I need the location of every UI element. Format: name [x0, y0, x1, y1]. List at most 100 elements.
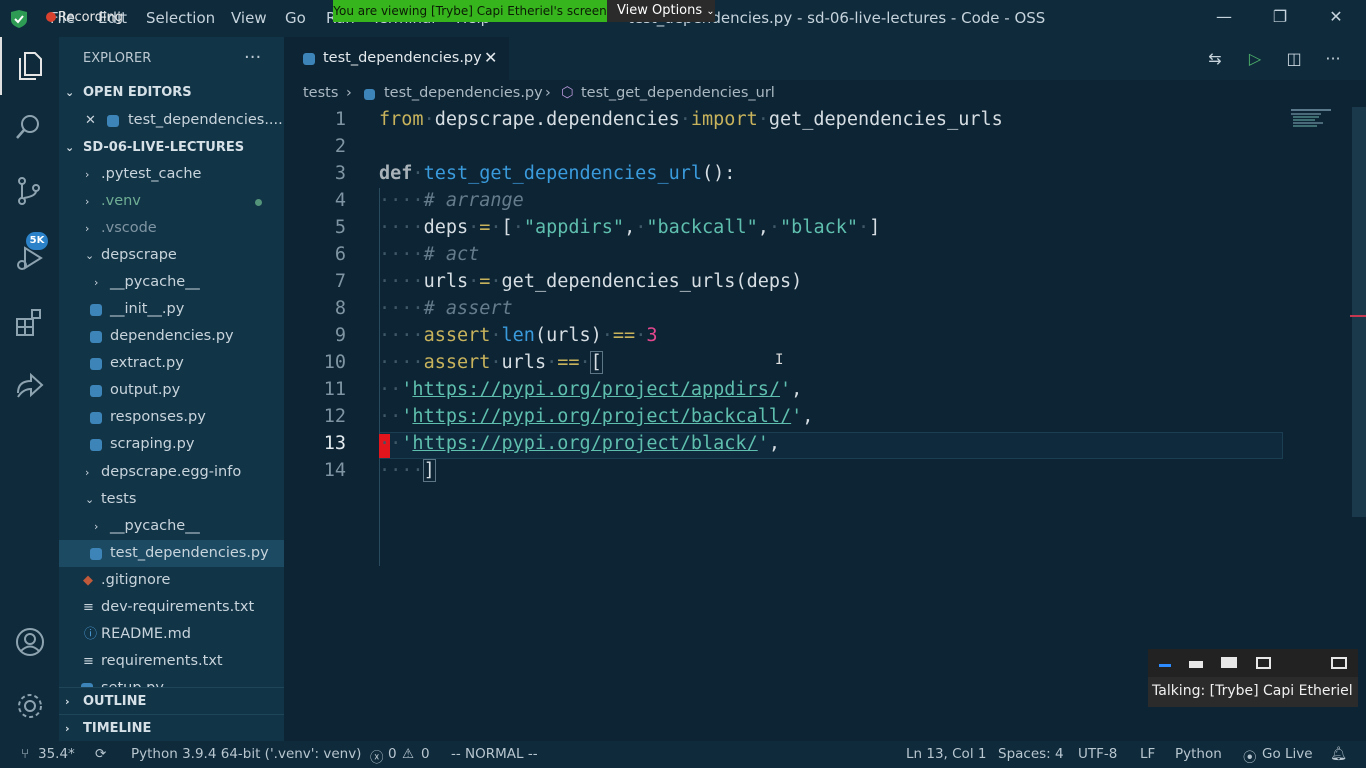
- tree-item-pycache[interactable]: › __pycache__: [59, 269, 284, 296]
- tree-item-dev-requirements[interactable]: ≡ dev-requirements.txt: [59, 594, 284, 621]
- tree-item-label: dev-requirements.txt: [101, 599, 255, 615]
- sync-icon[interactable]: ⟳: [95, 746, 106, 762]
- url-link[interactable]: https://pypi.org/project/appdirs/: [412, 379, 780, 400]
- menu-go[interactable]: Go: [285, 9, 306, 27]
- open-editor-label: test_dependencies....: [128, 112, 283, 128]
- gallery-view-icon[interactable]: [1256, 657, 1271, 669]
- code-line: ····deps·=·[·"appdirs",·"backcall",·"bla…: [379, 217, 881, 238]
- cursor-position[interactable]: Ln 13, Col 1: [906, 746, 986, 762]
- breadcrumb-symbol[interactable]: test_get_dependencies_url: [581, 85, 775, 101]
- warning-icon[interactable]: ⚠: [402, 746, 414, 762]
- chevron-right-icon: ›: [94, 520, 99, 533]
- view-options-label: View Options: [617, 3, 703, 18]
- encoding[interactable]: UTF-8: [1078, 746, 1117, 762]
- tree-item-tests-pycache[interactable]: › __pycache__: [59, 513, 284, 540]
- line-number: 14: [323, 460, 346, 481]
- run-debug-icon[interactable]: [0, 229, 59, 287]
- git-file-icon: ◆: [83, 573, 93, 588]
- tree-item-depscrape[interactable]: ⌄ depscrape: [59, 242, 284, 269]
- tree-item-label: setup.py: [101, 675, 164, 687]
- broadcast-icon[interactable]: ⦿: [1243, 746, 1257, 766]
- source-control-icon[interactable]: [0, 162, 59, 220]
- code-line: ··'https://pypi.org/project/backcall/',: [379, 406, 814, 427]
- explorer-icon[interactable]: [0, 37, 59, 95]
- tree-item-venv[interactable]: › .venv: [59, 188, 284, 215]
- tree-item-init-py[interactable]: __init__.py: [59, 296, 284, 323]
- settings-gear-icon[interactable]: [0, 677, 59, 735]
- code-line: ····# act: [379, 244, 480, 265]
- breadcrumb-file[interactable]: test_dependencies.py: [384, 85, 543, 101]
- tree-item-extract-py[interactable]: extract.py: [59, 350, 284, 377]
- chevron-right-icon: ›: [545, 85, 551, 101]
- minimap[interactable]: [1289, 107, 1351, 137]
- git-branch-icon[interactable]: ⑂: [21, 746, 29, 762]
- account-icon[interactable]: [0, 613, 59, 671]
- close-icon[interactable]: ✕: [1326, 7, 1346, 27]
- tree-item-egg-info[interactable]: › depscrape.egg-info: [59, 459, 284, 486]
- outline-section[interactable]: › OUTLINE: [59, 687, 284, 714]
- timeline-section[interactable]: › TIMELINE: [59, 714, 284, 741]
- menu-view[interactable]: View: [231, 9, 267, 27]
- end-of-line[interactable]: LF: [1140, 746, 1155, 762]
- tree-item-tests[interactable]: ⌄ tests: [59, 486, 284, 513]
- open-editors-section[interactable]: ⌄ OPEN EDITORS: [59, 79, 284, 106]
- tree-item-dependencies-py[interactable]: dependencies.py: [59, 323, 284, 350]
- breadcrumb-folder[interactable]: tests: [303, 85, 338, 101]
- more-actions-icon[interactable]: ···: [1323, 49, 1343, 69]
- python-file-icon: [364, 89, 375, 100]
- more-actions-icon[interactable]: ···: [244, 47, 261, 68]
- minimize-video-icon[interactable]: [1159, 664, 1171, 667]
- git-branch-label[interactable]: 35.4*: [38, 746, 75, 762]
- code-line: ··'https://pypi.org/project/appdirs/',: [379, 379, 803, 400]
- app-logo-icon: [9, 9, 29, 29]
- record-dot-icon: [46, 12, 56, 22]
- tree-item-label: __pycache__: [110, 518, 200, 534]
- language-mode[interactable]: Python: [1175, 746, 1222, 762]
- small-view-icon[interactable]: [1189, 661, 1203, 668]
- url-link[interactable]: https://pypi.org/project/backcall/: [412, 406, 791, 427]
- editor-tab[interactable]: test_dependencies.py ✕: [284, 37, 509, 80]
- close-tab-icon[interactable]: ✕: [484, 48, 497, 67]
- tree-item-test-dependencies-py[interactable]: test_dependencies.py: [59, 540, 284, 567]
- error-count[interactable]: 0: [388, 746, 397, 762]
- go-live-button[interactable]: Go Live: [1262, 746, 1313, 762]
- extensions-icon[interactable]: [0, 293, 59, 351]
- text-file-icon: ≡: [83, 654, 94, 669]
- indentation[interactable]: Spaces: 4: [998, 746, 1064, 762]
- tree-item-setup-py[interactable]: setup.py: [59, 675, 284, 687]
- tree-item-pytest-cache[interactable]: › .pytest_cache: [59, 161, 284, 188]
- workspace-section[interactable]: ⌄ SD-06-LIVE-LECTURES: [59, 134, 284, 161]
- tree-item-responses-py[interactable]: responses.py: [59, 404, 284, 431]
- split-editor-icon[interactable]: ◫: [1284, 49, 1304, 69]
- timeline-label: TIMELINE: [83, 721, 152, 736]
- tree-item-requirements[interactable]: ≡ requirements.txt: [59, 648, 284, 675]
- notifications-bell-icon[interactable]: 🔔︎: [1330, 746, 1347, 762]
- close-icon[interactable]: ✕: [85, 107, 96, 134]
- medium-view-icon[interactable]: [1221, 657, 1237, 668]
- line-number: 5: [334, 217, 346, 238]
- tree-item-output-py[interactable]: output.py: [59, 377, 284, 404]
- line-number: 8: [334, 298, 346, 319]
- warning-count[interactable]: 0: [421, 746, 430, 762]
- menu-selection[interactable]: Selection: [146, 9, 215, 27]
- python-interpreter[interactable]: Python 3.9.4 64-bit ('.venv': venv): [131, 746, 361, 762]
- run-file-icon[interactable]: ▷: [1245, 49, 1265, 69]
- error-icon[interactable]: ⓧ: [370, 746, 384, 766]
- url-link[interactable]: https://pypi.org/project/black/: [412, 433, 757, 454]
- tree-item-vscode[interactable]: › .vscode: [59, 215, 284, 242]
- code-editor[interactable]: 1 2 3 4 5 6 7 8 9 10 11 12 13 14 from·de…: [284, 107, 1366, 741]
- editor-scrollbar[interactable]: [1352, 107, 1366, 517]
- chevron-down-icon: ⌄: [65, 141, 75, 154]
- tree-item-gitignore[interactable]: ◆ .gitignore: [59, 567, 284, 594]
- search-icon[interactable]: [0, 99, 59, 157]
- minimize-icon[interactable]: —: [1214, 7, 1234, 27]
- tree-item-scraping-py[interactable]: scraping.py: [59, 431, 284, 458]
- open-editor-item[interactable]: ✕ test_dependencies....: [59, 107, 284, 134]
- title-bar: File Edit Selection View Go Run Terminal…: [0, 0, 1366, 37]
- view-options-button[interactable]: View Options ⌄: [607, 0, 715, 22]
- open-changes-icon[interactable]: ⇆: [1205, 49, 1225, 69]
- tree-item-readme[interactable]: ⓘ README.md: [59, 621, 284, 648]
- restore-icon[interactable]: ❐: [1270, 7, 1290, 27]
- pop-out-icon[interactable]: [1331, 657, 1347, 669]
- live-share-icon[interactable]: [0, 357, 59, 415]
